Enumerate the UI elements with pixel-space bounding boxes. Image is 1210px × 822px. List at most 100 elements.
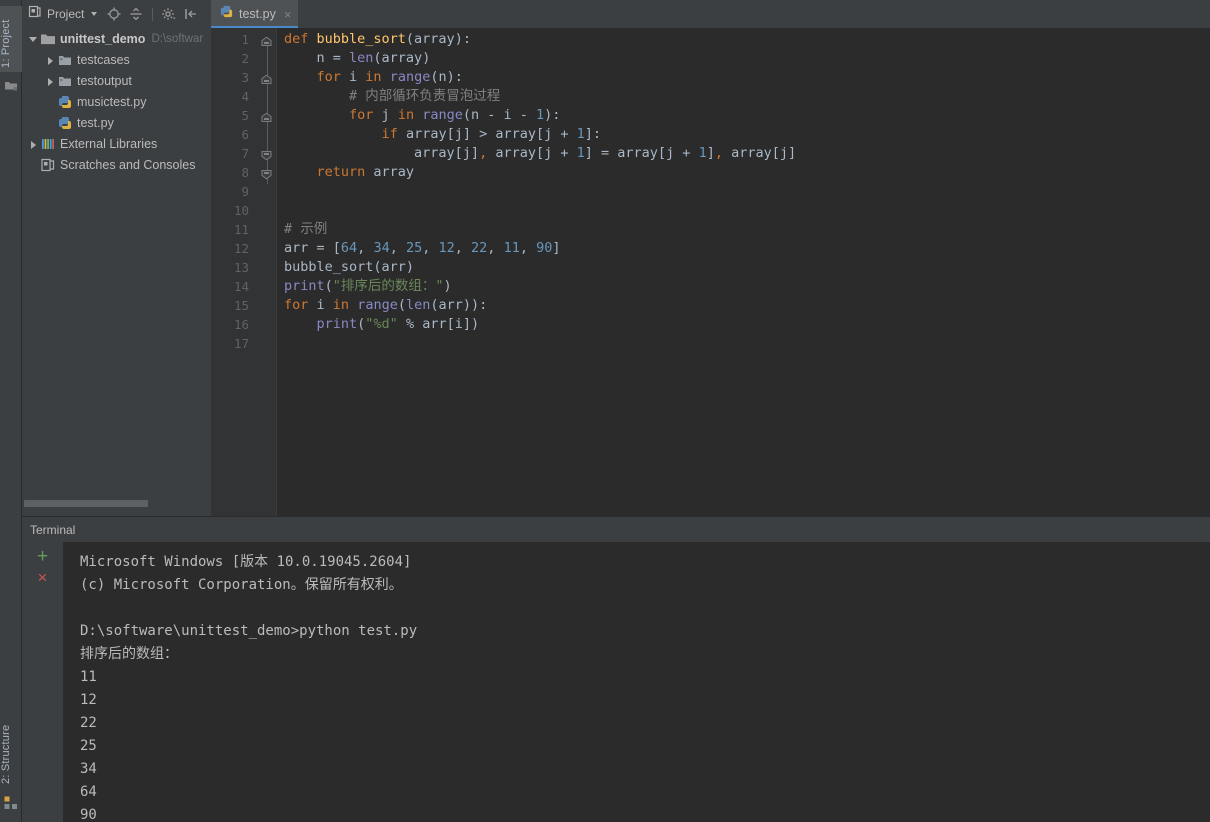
python-file-icon xyxy=(57,94,73,110)
code-token: len xyxy=(405,297,431,313)
terminal-panel: Terminal + × Microsoft Windows [版本 10.0.… xyxy=(22,516,1210,822)
project-tree[interactable]: unittest_demo D:\softwar testcases testo… xyxy=(22,28,211,508)
line-number: 6 xyxy=(241,127,249,142)
code-token: array[j + xyxy=(487,145,577,161)
fold-toggle-icon[interactable] xyxy=(261,110,272,122)
expand-arrow-down-icon[interactable] xyxy=(27,32,40,45)
fold-toggle-icon[interactable] xyxy=(261,72,272,84)
expand-arrow-right-icon[interactable] xyxy=(44,74,57,87)
tree-item-musictest-py[interactable]: musictest.py xyxy=(22,91,211,112)
terminal-header: Terminal xyxy=(22,516,1210,542)
tree-item-label: testoutput xyxy=(77,73,132,88)
terminal-line: Microsoft Windows [版本 10.0.19045.2604] xyxy=(80,554,412,570)
tree-item-label: test.py xyxy=(77,115,114,130)
code-token: (n - i - xyxy=(462,107,537,123)
editor-tab-test-py[interactable]: test.py × xyxy=(211,0,299,28)
new-session-icon[interactable]: + xyxy=(37,547,48,566)
code-token: 34 xyxy=(373,240,390,256)
project-horizontal-scrollbar[interactable] xyxy=(22,499,211,508)
code-token: , xyxy=(422,240,439,256)
line-number: 13 xyxy=(233,260,249,275)
collapse-all-icon[interactable] xyxy=(128,6,144,22)
sidebar-tab-project[interactable]: 1: Project xyxy=(0,6,22,72)
folder-icon xyxy=(57,73,73,89)
code-token: 25 xyxy=(405,240,423,256)
library-icon xyxy=(40,136,56,152)
code-text-area[interactable]: def bubble_sort(array): n = len(array) f… xyxy=(276,28,1210,516)
code-token: # 示例 xyxy=(284,221,328,237)
scrollbar-thumb[interactable] xyxy=(24,500,148,507)
code-token: n = xyxy=(284,50,350,66)
settings-gear-icon[interactable] xyxy=(161,6,177,22)
chevron-down-icon[interactable] xyxy=(91,12,98,16)
tree-item-test-py[interactable]: test.py xyxy=(22,112,211,133)
tree-item-testoutput[interactable]: testoutput xyxy=(22,70,211,91)
fold-toggle-icon[interactable] xyxy=(261,148,272,161)
tree-item-scratches-and-consoles[interactable]: Scratches and Consoles xyxy=(22,154,211,175)
code-token: 11 xyxy=(503,240,520,256)
tree-item-testcases[interactable]: testcases xyxy=(22,49,211,70)
code-token: % arr[i]) xyxy=(397,316,480,332)
tree-item-label: unittest_demo xyxy=(60,31,146,46)
code-token: if xyxy=(381,126,398,142)
terminal-line: D:\software\unittest_demo>python test.py xyxy=(80,623,418,639)
code-token: array[j] xyxy=(284,145,480,161)
code-token: # 内部循环负责冒泡过程 xyxy=(284,88,501,104)
code-token: (arr)): xyxy=(430,297,488,313)
close-session-icon[interactable]: × xyxy=(38,569,48,586)
expand-arrow-right-icon[interactable] xyxy=(44,53,57,66)
project-title-group[interactable]: Project xyxy=(22,5,98,24)
expand-arrow-right-icon[interactable] xyxy=(27,137,40,150)
code-token: ] xyxy=(706,145,715,161)
code-line: for j in range(n - i - 1): xyxy=(277,106,1210,125)
terminal-body[interactable]: + × Microsoft Windows [版本 10.0.19045.260… xyxy=(22,542,1210,822)
fold-toggle-icon[interactable] xyxy=(261,34,272,46)
code-line: def bubble_sort(array): xyxy=(277,30,1210,49)
select-opened-file-icon[interactable] xyxy=(106,6,122,22)
code-token: 64 xyxy=(340,240,358,256)
structure-panel-icon xyxy=(4,796,18,810)
tree-item-label: Scratches and Consoles xyxy=(60,157,196,172)
folder-module-icon xyxy=(40,31,56,47)
code-editor[interactable]: 1 2 3 4 5 6 7 8 9 10 11 12 13 14 15 16 17 def bubble_sor… xyxy=(211,28,1210,516)
code-token: bubble_sort(arr) xyxy=(284,259,415,275)
code-token: def xyxy=(284,31,317,47)
code-token: (n): xyxy=(430,69,463,85)
code-folding-gutter[interactable] xyxy=(258,28,276,516)
tree-item-external-libraries[interactable]: External Libraries xyxy=(22,133,211,154)
code-token: range xyxy=(389,69,431,85)
terminal-line: 11 xyxy=(80,669,97,685)
tree-item-unittest-demo[interactable]: unittest_demo D:\softwar xyxy=(22,28,211,49)
close-icon[interactable]: × xyxy=(284,8,292,21)
code-token: 1 xyxy=(576,145,585,161)
code-token: ] xyxy=(552,240,561,256)
code-line: # 示例 xyxy=(277,220,1210,239)
python-file-icon xyxy=(57,115,73,131)
hide-panel-icon[interactable] xyxy=(183,6,199,22)
code-token: , xyxy=(389,240,406,256)
tree-item-path: D:\softwar xyxy=(151,32,204,45)
line-number: 4 xyxy=(241,89,249,104)
sidebar-tab-structure[interactable]: 2: Structure xyxy=(0,706,22,788)
code-token: for xyxy=(349,107,374,123)
line-number: 3 xyxy=(241,70,249,85)
code-line: bubble_sort(arr) xyxy=(277,258,1210,277)
terminal-output[interactable]: Microsoft Windows [版本 10.0.19045.2604] (c… xyxy=(63,542,1210,822)
code-token: array[j] > array[j + xyxy=(397,126,577,142)
code-token: bubble_sort xyxy=(316,31,406,47)
code-token: 1 xyxy=(576,126,585,142)
terminal-tab-label[interactable]: Terminal xyxy=(30,523,75,537)
line-number: 2 xyxy=(241,51,249,66)
code-token: 1 xyxy=(698,145,707,161)
code-token: return xyxy=(316,164,366,180)
code-token: 90 xyxy=(536,240,553,256)
line-number: 11 xyxy=(233,222,249,237)
line-number: 7 xyxy=(241,146,249,161)
editor-vertical-scrollbar[interactable] xyxy=(1197,28,1210,516)
fold-toggle-icon[interactable] xyxy=(261,167,272,180)
